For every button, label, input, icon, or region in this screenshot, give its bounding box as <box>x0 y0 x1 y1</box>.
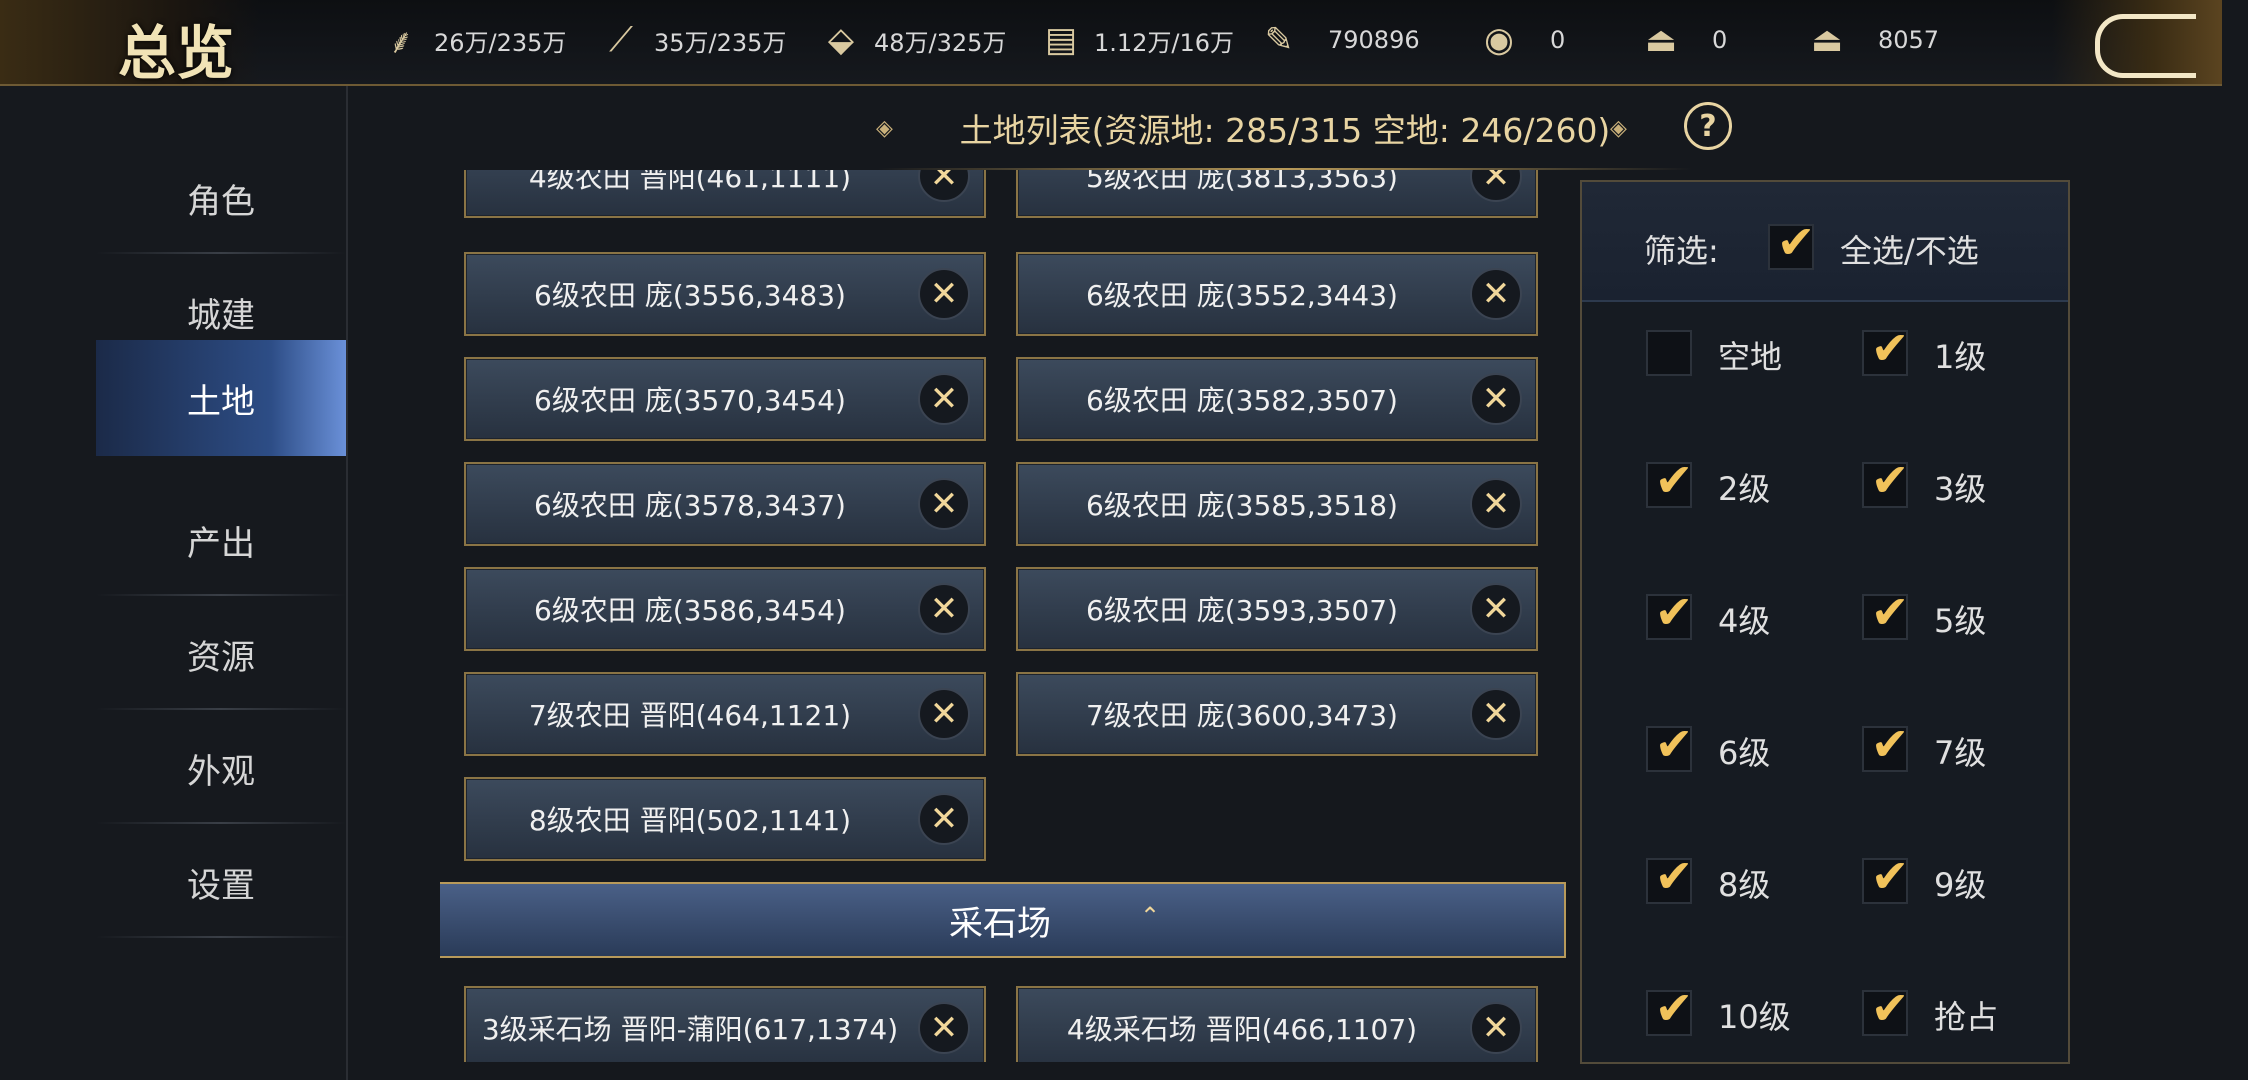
land-card[interactable]: 4级农田 晋阳(461,1111) ✕ <box>464 170 986 218</box>
sidebar-item-output[interactable]: 产出 <box>96 484 346 596</box>
checkmark-icon: ✔ <box>1654 453 1694 507</box>
sidebar-item-appearance[interactable]: 外观 <box>96 712 346 824</box>
remove-icon[interactable]: ✕ <box>1470 688 1522 740</box>
checkmark-icon: ✔ <box>1870 981 1910 1035</box>
back-arrow-icon <box>2095 14 2196 78</box>
land-card[interactable]: 4级采石场 晋阳(466,1107) ✕ <box>1016 986 1538 1062</box>
silver-ingot-icon: ⏏ <box>1810 20 1844 60</box>
remove-icon[interactable]: ✕ <box>918 170 970 202</box>
land-card[interactable]: 6级农田 庞(3593,3507) ✕ <box>1016 567 1538 651</box>
help-button[interactable]: ? <box>1684 102 1732 150</box>
gold-ingot-icon: ⏏ <box>1644 20 1678 60</box>
resource-grain[interactable]: ⸙ 26万/235万 <box>380 20 566 62</box>
divider <box>96 252 346 254</box>
land-card[interactable]: 6级农田 庞(3585,3518) ✕ <box>1016 462 1538 546</box>
remove-icon[interactable]: ✕ <box>1470 373 1522 425</box>
filter-checkbox-lv8[interactable]: ✔ <box>1646 850 1693 904</box>
filter-checkbox-lv1[interactable]: ✔ <box>1862 322 1909 376</box>
filter-checkbox-lv9[interactable]: ✔ <box>1862 850 1909 904</box>
filter-checkbox-empty[interactable] <box>1646 330 1692 376</box>
sidebar-item-land[interactable]: 土地 <box>96 340 346 456</box>
divider <box>96 594 346 596</box>
order-icon: ✎ <box>1264 20 1294 60</box>
land-card[interactable]: 8级农田 晋阳(502,1141) ✕ <box>464 777 986 861</box>
filter-checkbox-lv4[interactable]: ✔ <box>1646 586 1693 640</box>
checkmark-icon: ✔ <box>1870 849 1910 903</box>
grain-icon: ⸙ <box>388 22 414 62</box>
back-button[interactable] <box>2052 0 2222 84</box>
checkmark-icon: ✔ <box>1870 321 1910 375</box>
filter-checkbox-lv6[interactable]: ✔ <box>1646 718 1693 772</box>
remove-icon[interactable]: ✕ <box>1470 1002 1522 1054</box>
remove-icon[interactable]: ✕ <box>918 583 970 635</box>
top-bar: 总览 ⸙ 26万/235万 ⟋ 35万/235万 ⬙ 48万/325万 ▤ 1.… <box>0 0 2222 87</box>
resource-stone[interactable]: ▤ 1.12万/16万 <box>1040 20 1234 60</box>
resource-gold-ingot[interactable]: ⏏ 0 <box>1640 20 1727 60</box>
divider <box>96 936 346 938</box>
sidebar-item-settings[interactable]: 设置 <box>96 826 346 938</box>
filter-checkbox-lv5[interactable]: ✔ <box>1862 586 1909 640</box>
filter-checkbox-lv2[interactable]: ✔ <box>1646 454 1693 508</box>
chevron-up-icon: ⌃ <box>1140 902 1161 930</box>
land-card[interactable]: 5级农田 庞(3813,3563) ✕ <box>1016 170 1538 218</box>
resource-order[interactable]: ✎ 790896 <box>1258 20 1420 60</box>
resource-wood[interactable]: ⟋ 35万/235万 <box>600 20 786 60</box>
checkmark-icon: ✔ <box>1654 585 1694 639</box>
remove-icon[interactable]: ✕ <box>918 478 970 530</box>
page-title: 总览 <box>118 19 235 87</box>
land-list[interactable]: 4级农田 晋阳(461,1111) ✕ 5级农田 庞(3813,3563) ✕ 6级… <box>440 170 1570 1062</box>
land-card[interactable]: 6级农田 庞(3556,3483) ✕ <box>464 252 986 336</box>
sidebar-item-resources[interactable]: 资源 <box>96 598 346 710</box>
checkmark-icon: ✔ <box>1870 453 1910 507</box>
land-card[interactable]: 6级农田 庞(3586,3454) ✕ <box>464 567 986 651</box>
remove-icon[interactable]: ✕ <box>918 373 970 425</box>
filter-header: 筛选: ✔ 全选/不选 <box>1582 182 2068 302</box>
remove-icon[interactable]: ✕ <box>918 688 970 740</box>
remove-icon[interactable]: ✕ <box>1470 478 1522 530</box>
coin-icon: ◉ <box>1484 20 1514 60</box>
checkmark-icon: ✔ <box>1870 717 1910 771</box>
checkmark-icon: ✔ <box>1654 849 1694 903</box>
land-card[interactable]: 3级采石场 晋阳-蒲阳(617,1374) ✕ <box>464 986 986 1062</box>
sidebar: 角色 城建 土地 产出 资源 外观 设置 <box>0 86 348 1080</box>
remove-icon[interactable]: ✕ <box>918 268 970 320</box>
filter-checkbox-lv7[interactable]: ✔ <box>1862 718 1909 772</box>
land-card[interactable]: 7级农田 庞(3600,3473) ✕ <box>1016 672 1538 756</box>
resource-silver-ingot[interactable]: ⏏ 8057 <box>1806 20 1939 60</box>
filter-panel: 筛选: ✔ 全选/不选 空地 ✔ 1级 ✔ 2级 ✔ 3级 ✔ 4级 ✔ 5级 … <box>1580 180 2070 1064</box>
land-card[interactable]: 6级农田 庞(3582,3507) ✕ <box>1016 357 1538 441</box>
land-card[interactable]: 6级农田 庞(3570,3454) ✕ <box>464 357 986 441</box>
wood-icon: ⟋ <box>609 20 633 60</box>
divider <box>96 822 346 824</box>
filter-checkbox-lv10[interactable]: ✔ <box>1646 982 1693 1036</box>
quarry-section-header[interactable]: 采石场 ⌃ <box>440 882 1566 958</box>
select-all-checkbox[interactable]: ✔ <box>1768 216 1815 270</box>
ornament-right-icon: ◈ <box>1610 116 1627 141</box>
iron-icon: ⬙ <box>827 20 855 60</box>
land-list-header: ◈ 土地列表(资源地: 285/315 空地: 246/260) ◈ ? <box>348 86 2222 170</box>
question-icon: ? <box>1699 108 1717 144</box>
land-card[interactable]: 6级农田 庞(3552,3443) ✕ <box>1016 252 1538 336</box>
filter-label: 筛选: <box>1644 232 1719 270</box>
land-list-title: 土地列表(资源地: 285/315 空地: 246/260) <box>959 111 1611 150</box>
checkmark-icon: ✔ <box>1870 585 1910 639</box>
remove-icon[interactable]: ✕ <box>918 1002 970 1054</box>
land-card[interactable]: 7级农田 晋阳(464,1121) ✕ <box>464 672 986 756</box>
remove-icon[interactable]: ✕ <box>1470 170 1522 202</box>
filter-checkbox-lv3[interactable]: ✔ <box>1862 454 1909 508</box>
sidebar-item-role[interactable]: 角色 <box>96 142 346 254</box>
checkmark-icon: ✔ <box>1654 717 1694 771</box>
remove-icon[interactable]: ✕ <box>1470 268 1522 320</box>
remove-icon[interactable]: ✕ <box>918 793 970 845</box>
filter-checkbox-occupy[interactable]: ✔ <box>1862 982 1909 1036</box>
land-card[interactable]: 6级农田 庞(3578,3437) ✕ <box>464 462 986 546</box>
remove-icon[interactable]: ✕ <box>1470 583 1522 635</box>
divider <box>96 708 346 710</box>
checkmark-icon: ✔ <box>1776 215 1816 269</box>
checkmark-icon: ✔ <box>1654 981 1694 1035</box>
select-all-label: 全选/不选 <box>1840 232 1979 270</box>
stone-icon: ▤ <box>1044 20 1078 60</box>
resource-iron[interactable]: ⬙ 48万/325万 <box>820 20 1007 60</box>
resource-coin[interactable]: ◉ 0 <box>1478 20 1565 60</box>
